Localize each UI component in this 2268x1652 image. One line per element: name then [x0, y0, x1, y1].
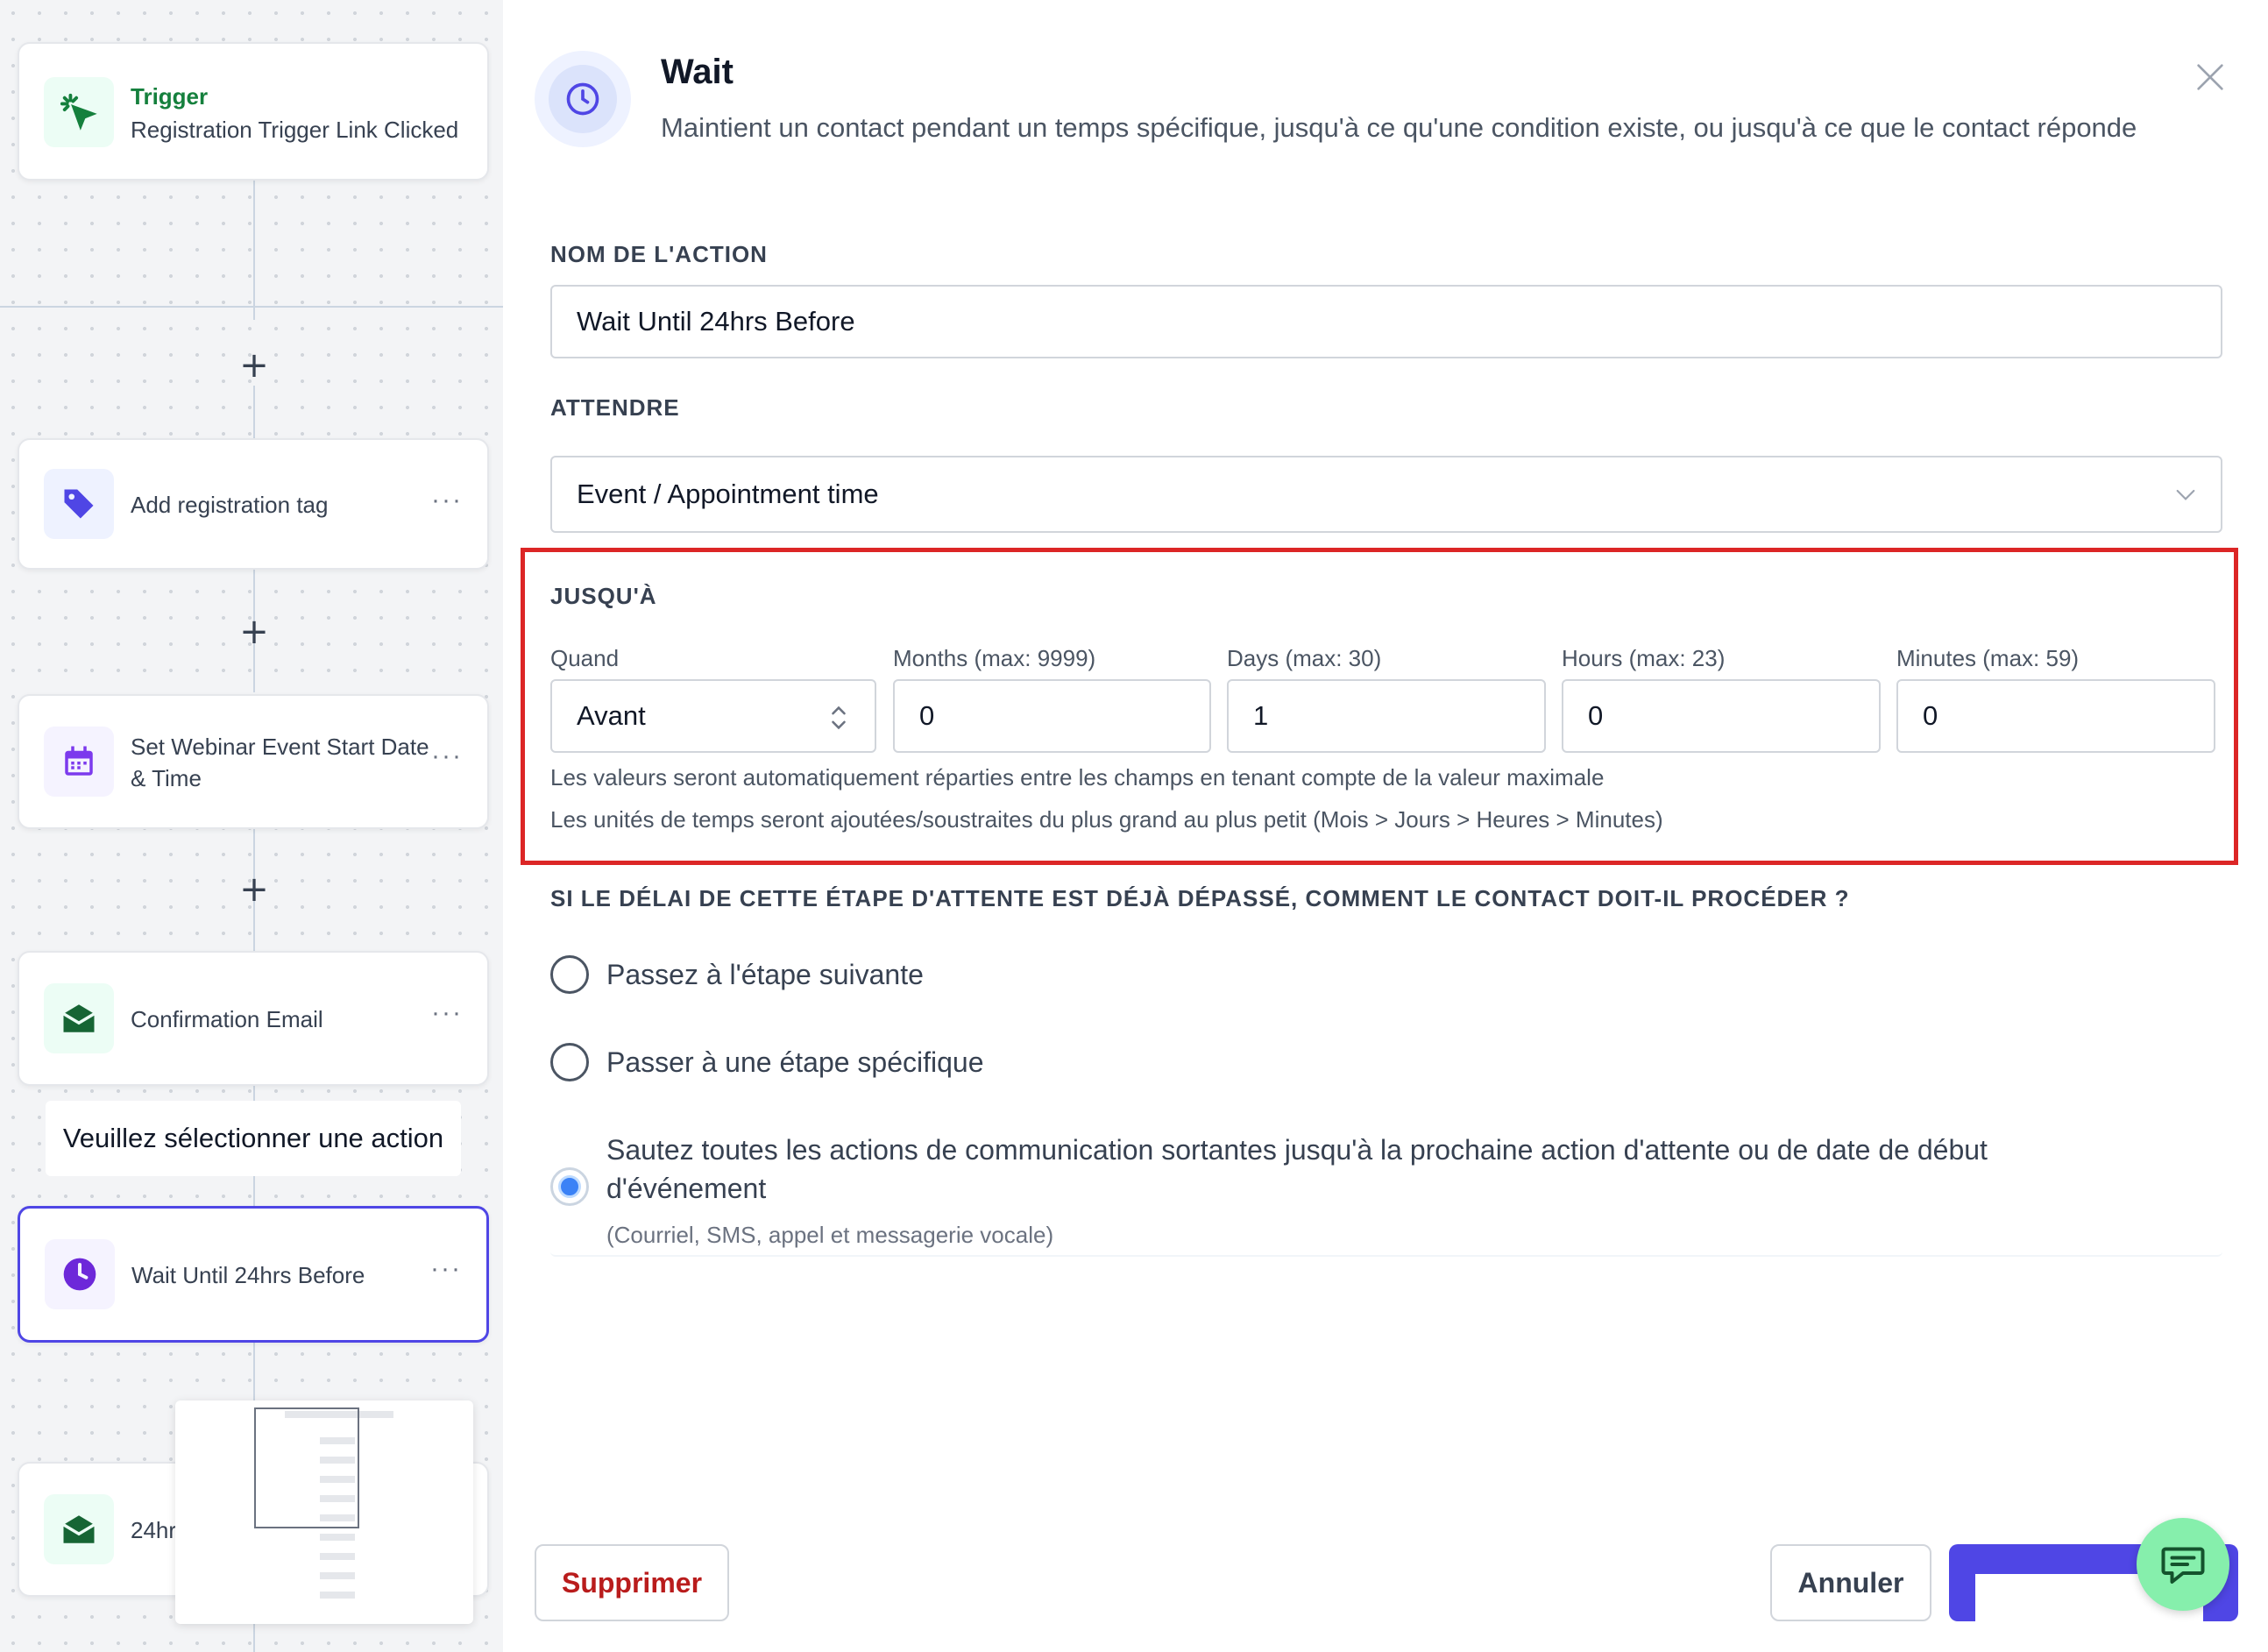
chevron-up-down-icon [827, 700, 850, 742]
node-label: Confirmation Email [131, 1006, 323, 1032]
chevron-down-icon [2172, 480, 2200, 515]
action-node-add-tag[interactable]: Add registration tag ··· [18, 438, 489, 570]
hint-text: Les unités de temps seront ajoutées/sous… [550, 806, 1663, 833]
minutes-label: Minutes (max: 59) [1896, 645, 2080, 671]
trigger-subtitle: Registration Trigger Link Clicked [131, 117, 459, 143]
when-label: Quand [550, 645, 620, 671]
panel-title: Wait [661, 53, 734, 91]
more-options-icon[interactable]: ··· [431, 741, 463, 771]
option-specific-step[interactable]: Passer à une étape spécifique [550, 1043, 984, 1081]
clock-icon [45, 1239, 115, 1309]
wait-label: ATTENDRE [550, 394, 680, 421]
connector-line [253, 180, 255, 320]
wait-type-select[interactable]: Event / Appointment time [550, 456, 2222, 533]
until-label: JUSQU'À [550, 583, 657, 609]
option-sublabel: (Courriel, SMS, appel et messagerie voca… [606, 1222, 1054, 1248]
when-select[interactable]: Avant [550, 679, 876, 753]
days-label: Days (max: 30) [1227, 645, 1382, 671]
close-icon[interactable] [2186, 53, 2235, 102]
node-label: Add registration tag [131, 492, 329, 518]
when-value: Avant [577, 700, 646, 731]
clock-icon [535, 51, 631, 147]
minimap-bar [320, 1572, 355, 1579]
workflow-canvas[interactable]: + + + Trigger Registration Trigger Link … [0, 0, 503, 1652]
chat-support-button[interactable] [2137, 1518, 2229, 1611]
hint-text: Les valeurs seront automatiquement répar… [550, 764, 1605, 791]
minimap-viewport[interactable] [254, 1407, 359, 1528]
action-name-input[interactable]: Wait Until 24hrs Before [550, 285, 2222, 358]
overdue-question: SI LE DÉLAI DE CETTE ÉTAPE D'ATTENTE EST… [550, 885, 1850, 911]
months-label: Months (max: 9999) [893, 645, 1096, 671]
option-label: Passez à l'étape suivante [606, 959, 924, 990]
action-node-confirmation-email[interactable]: Confirmation Email ··· [18, 951, 489, 1086]
hours-label: Hours (max: 23) [1562, 645, 1726, 671]
action-node-wait-active[interactable]: Wait Until 24hrs Before ··· [18, 1206, 489, 1343]
node-label: 24hr [131, 1517, 177, 1543]
action-name-label: NOM DE L'ACTION [550, 241, 768, 267]
add-step-button[interactable]: + [237, 614, 272, 649]
days-input[interactable]: 1 [1227, 679, 1546, 753]
minimap-bar [320, 1534, 355, 1541]
trigger-title: Trigger [131, 83, 209, 110]
wait-settings-panel: Wait Maintient un contact pendant un tem… [503, 0, 2268, 1652]
minutes-input[interactable]: 0 [1896, 679, 2215, 753]
app-root: + + + Trigger Registration Trigger Link … [0, 0, 2268, 1652]
more-options-icon[interactable]: ··· [430, 1254, 462, 1284]
radio-button[interactable] [550, 1043, 589, 1081]
option-label: Passer à une étape spécifique [606, 1046, 984, 1078]
action-node-set-webinar[interactable]: Set Webinar Event Start Date & Time ··· [18, 694, 489, 829]
hours-input[interactable]: 0 [1562, 679, 1881, 753]
minimap-bar [320, 1592, 355, 1599]
tag-icon [44, 469, 114, 539]
select-action-tooltip: Veuillez sélectionner une action [46, 1101, 461, 1176]
option-next-step[interactable]: Passez à l'étape suivante [550, 955, 924, 994]
chat-bubble-icon [2161, 1547, 2205, 1584]
calendar-icon [44, 727, 114, 797]
panel-subtitle: Maintient un contact pendant un temps sp… [661, 112, 2137, 143]
radio-button[interactable] [550, 955, 589, 994]
more-options-icon[interactable]: ··· [431, 998, 463, 1028]
trigger-node[interactable]: Trigger Registration Trigger Link Clicke… [18, 42, 489, 181]
connector-line [253, 386, 255, 438]
wait-type-value: Event / Appointment time [577, 479, 879, 509]
add-step-button[interactable]: + [237, 348, 272, 383]
radio-button-checked[interactable] [550, 1167, 589, 1206]
delete-button[interactable]: Supprimer [535, 1544, 729, 1621]
node-label: Wait Until 24hrs Before [131, 1262, 365, 1288]
add-step-button[interactable]: + [237, 872, 272, 907]
option-skip-communications[interactable]: Sautez toutes les actions de communicati… [550, 1131, 2114, 1250]
email-icon [44, 1494, 114, 1564]
minimap[interactable] [175, 1400, 473, 1624]
option-label: Sautez toutes les actions de communicati… [606, 1134, 1988, 1204]
cursor-click-icon [44, 77, 114, 147]
node-label: Set Webinar Event Start Date & Time [131, 734, 429, 791]
more-options-icon[interactable]: ··· [431, 486, 463, 515]
months-input[interactable]: 0 [893, 679, 1211, 753]
branch-line [0, 306, 503, 308]
email-icon [44, 983, 114, 1053]
minimap-bar [320, 1553, 355, 1560]
cancel-button[interactable]: Annuler [1770, 1544, 1931, 1621]
